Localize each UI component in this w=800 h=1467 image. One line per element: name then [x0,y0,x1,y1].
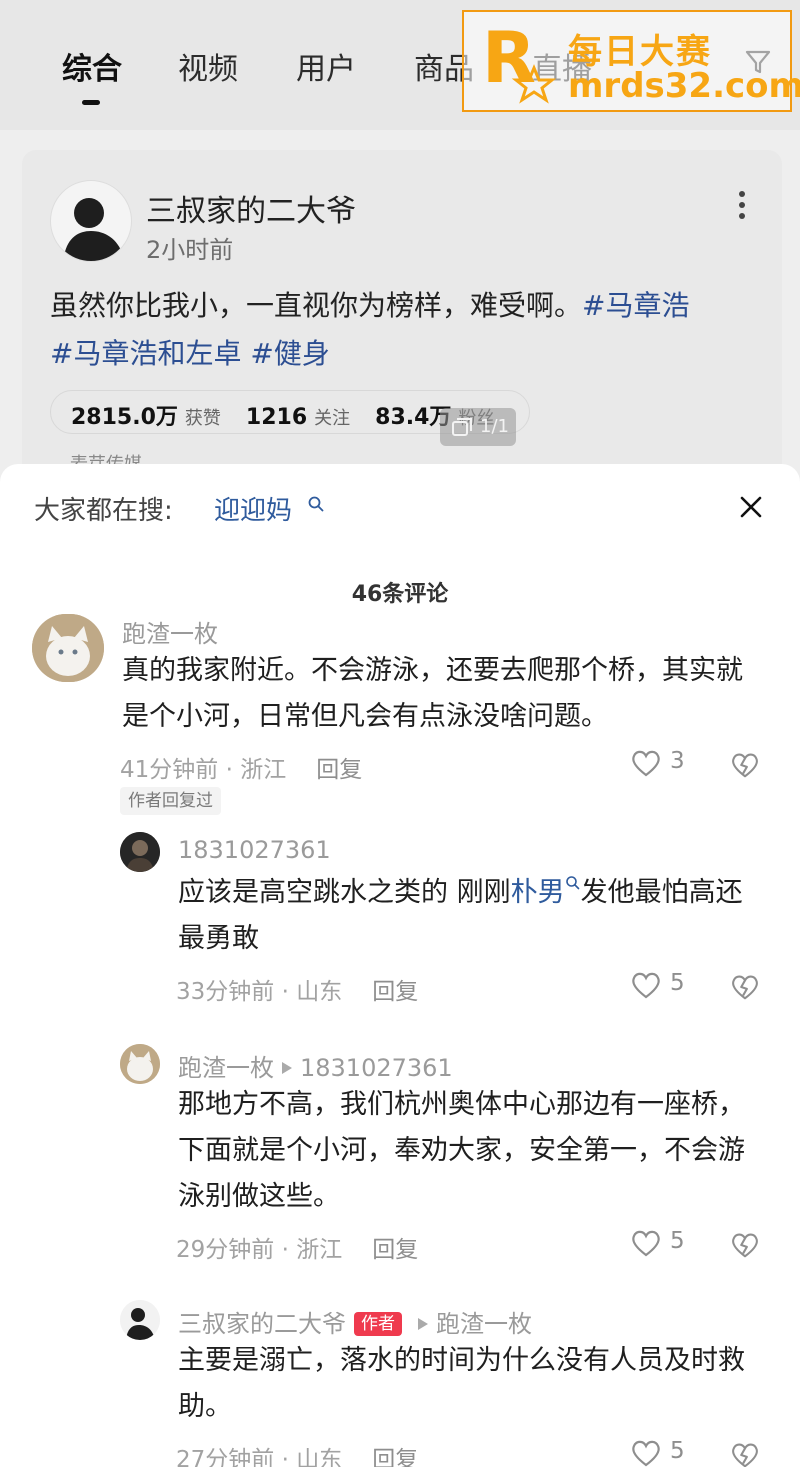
following-label: 关注 [314,408,351,429]
author-name[interactable]: 三叔家的二大爷 [146,186,356,230]
hashtag[interactable]: #马章浩 [582,289,689,322]
trending-search-label: 大家都在搜: [34,496,173,526]
broken-heart-icon[interactable] [730,972,760,1002]
cat-avatar-icon [120,1044,160,1084]
tab-general[interactable]: 综合 [62,44,122,88]
avatar[interactable] [120,1044,160,1084]
person-avatar-icon [120,832,160,872]
hashtag[interactable]: #健身 [250,337,329,370]
comment-count: 46条评论 [351,582,449,607]
reply-comment-item: 跑渣一枚 1831027361 那地方不高，我们杭州奥体中心那边有一座桥，下面就是… [0,1044,800,1264]
like-button[interactable]: 3 [630,748,690,782]
reply-arrow-icon [418,1318,428,1330]
like-button[interactable]: 5 [630,1438,690,1467]
comment-text: 那地方不高，我们杭州奥体中心那边有一座桥，下面就是个小河，奉劝大家，安全第一，不… [178,1089,745,1212]
reply-button[interactable]: 回复 [372,1447,418,1467]
author-badge: 作者 [354,1312,402,1336]
post-text: 虽然你比我小，一直视你为榜样，难受啊。#马章浩 #马章浩和左卓 #健身 [50,282,750,378]
like-count: 5 [670,970,685,996]
comment-text: 应该是高空跳水之类的 刚刚朴男 发他最怕高还最勇敢 [178,870,768,962]
search-icon[interactable] [308,496,324,512]
watermark-logo: R [482,20,557,104]
image-counter: 1/1 [440,408,516,446]
comment-time: 29分钟前 [176,1237,275,1263]
hashtag[interactable]: #马章浩和左卓 [50,337,241,370]
comment-username[interactable]: 1831027361 [178,836,331,864]
author-replied-badge: 作者回复过 [120,787,221,815]
comment-meta: 27分钟前 · 山东 回复 [176,1440,418,1467]
author-avatar[interactable] [50,180,132,262]
comment-time: 33分钟前 [176,979,275,1005]
reply-to-username[interactable]: 1831027361 [300,1054,453,1082]
heart-icon [632,1230,660,1257]
comment-text: 主要是溺亡，落水的时间为什么没有人员及时救助。 [178,1345,745,1422]
active-tab-indicator [82,100,100,105]
comment-meta: 29分钟前 · 浙江 回复 [176,1237,419,1263]
reply-arrow-icon [282,1062,292,1074]
heart-icon [632,972,660,999]
reply-button[interactable]: 回复 [372,1237,418,1263]
reply-comment-item: 1831027361 应该是高空跳水之类的 刚刚朴男 发他最怕高还最勇敢 33分钟… [0,832,800,1005]
keyword-link[interactable]: 朴男 [511,877,565,908]
image-counter-text: 1/1 [480,416,509,437]
comment-text-part: 应该是高空跳水之类的 刚刚 [178,877,511,908]
gallery-icon [452,418,472,436]
like-button[interactable]: 5 [630,970,690,1004]
avatar[interactable] [120,832,160,872]
like-button[interactable]: 5 [630,1228,690,1262]
broken-heart-icon[interactable] [730,1230,760,1260]
comment-sheet: 大家都在搜: 迎迎妈 46条评论 跑渣一枚 真的我家附近。不会游泳，还要去爬那个… [0,464,800,1467]
comment-time: 27分钟前 [176,1447,275,1467]
person-silhouette-icon [63,198,125,261]
watermark-url: mrds32.com [568,66,800,106]
search-icon[interactable] [565,875,581,891]
comment-item: 跑渣一枚 真的我家附近。不会游泳，还要去爬那个桥，其实就是个小河，日常但凡会有点… [0,614,800,814]
reply-button[interactable]: 回复 [316,757,362,783]
like-count: 5 [670,1438,685,1464]
comment-username[interactable]: 跑渣一枚 [122,614,218,649]
comment-text: 真的我家附近。不会游泳，还要去爬那个桥，其实就是个小河，日常但凡会有点泳没啥问题… [122,655,743,732]
tab-video[interactable]: 视频 [178,44,238,88]
reply-comment-item: 三叔家的二大爷 作者 跑渣一枚 主要是溺亡，落水的时间为什么没有人员及时救助。 27… [0,1300,800,1467]
close-icon[interactable] [740,496,762,518]
broken-heart-icon[interactable] [730,1440,760,1467]
post-time: 2小时前 [146,236,234,264]
watermark: R 每日大赛 mrds32.com [462,10,800,112]
heart-icon [632,1440,660,1467]
comment-username-line: 三叔家的二大爷 作者 跑渣一枚 [178,1304,532,1339]
like-count: 5 [670,1228,685,1254]
comment-meta: 33分钟前 · 山东 回复 [176,979,419,1005]
comment-time: 41分钟前 [120,757,219,783]
cat-avatar-icon [32,614,104,682]
comment-location: 山东 [296,1447,343,1467]
like-count: 3 [670,748,685,774]
post-body: 虽然你比我小，一直视你为榜样，难受啊。 [50,289,583,322]
avatar[interactable] [32,614,104,682]
trending-search-term[interactable]: 迎迎妈 [214,490,292,527]
comment-location: 浙江 [240,757,287,783]
comment-username[interactable]: 跑渣一枚 [178,1054,274,1082]
reply-button[interactable]: 回复 [372,979,418,1005]
comment-meta: 41分钟前 · 浙江 回复 [120,757,363,783]
comment-username-line: 跑渣一枚 1831027361 [178,1048,453,1083]
following-count: 1216 [245,405,308,430]
tab-user[interactable]: 用户 [296,44,356,88]
avatar[interactable] [120,1300,160,1340]
more-icon[interactable] [738,190,746,220]
heart-icon [632,750,660,777]
likes-total: 2815.0万 [71,405,178,430]
comment-location: 浙江 [296,1237,343,1263]
broken-heart-icon[interactable] [730,750,760,780]
reply-to-username[interactable]: 跑渣一枚 [436,1310,532,1338]
svg-text:R: R [482,20,536,99]
comment-location: 山东 [296,979,343,1005]
likes-label: 获赞 [184,408,221,429]
comment-username[interactable]: 三叔家的二大爷 [178,1310,346,1338]
post-card: 三叔家的二大爷 2小时前 虽然你比我小，一直视你为榜样，难受啊。#马章浩 #马章… [22,150,782,480]
person-silhouette-icon [120,1300,160,1340]
